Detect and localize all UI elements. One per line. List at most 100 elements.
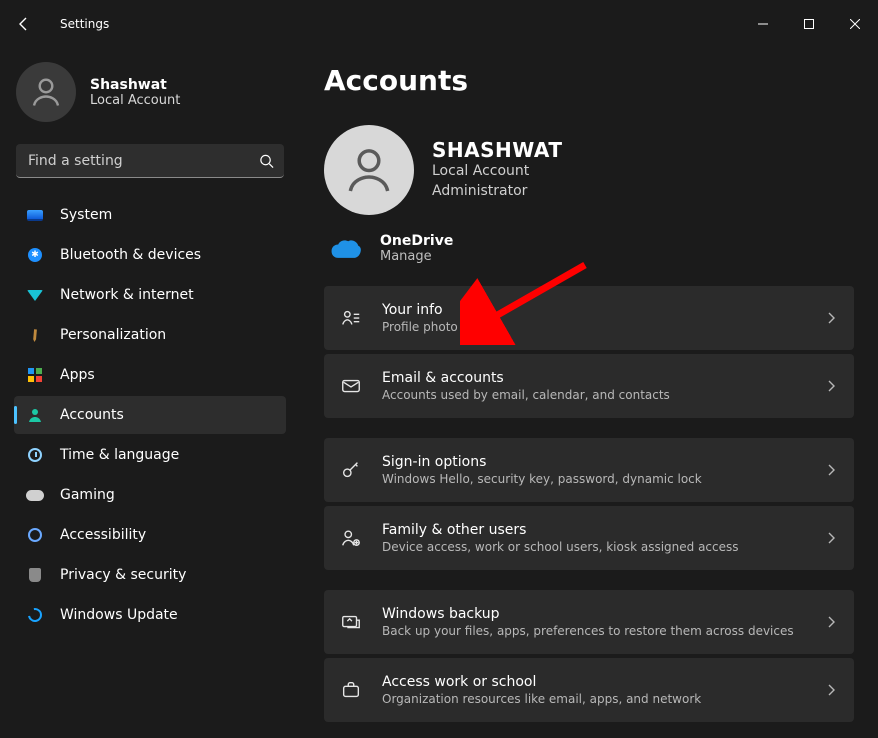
card-subtitle: Accounts used by email, calendar, and co… [382, 388, 804, 402]
search-wrap [16, 144, 284, 178]
sidebar-item-personalization[interactable]: Personalization [14, 316, 286, 354]
settings-cards: Your info Profile photo Email & accounts… [324, 286, 854, 722]
onedrive-icon [330, 239, 362, 259]
card-windows-backup[interactable]: Windows backup Back up your files, apps,… [324, 590, 854, 654]
sidebar-item-gaming[interactable]: Gaming [14, 476, 286, 514]
chevron-right-icon [824, 379, 838, 393]
card-signin-options[interactable]: Sign-in options Windows Hello, security … [324, 438, 854, 502]
bluetooth-icon: ✱ [26, 246, 44, 264]
card-email-accounts[interactable]: Email & accounts Accounts used by email,… [324, 354, 854, 418]
card-title: Family & other users [382, 522, 804, 538]
apps-icon [26, 366, 44, 384]
chevron-right-icon [824, 311, 838, 325]
chevron-right-icon [824, 615, 838, 629]
profile-block: SHASHWAT Local Account Administrator [324, 125, 854, 215]
maximize-icon [804, 19, 814, 29]
sidebar-item-label: System [60, 207, 112, 223]
paintbrush-icon [26, 326, 44, 344]
accounts-icon [26, 406, 44, 424]
card-your-info[interactable]: Your info Profile photo [324, 286, 854, 350]
card-subtitle: Back up your files, apps, preferences to… [382, 624, 804, 638]
chevron-right-icon [824, 683, 838, 697]
sidebar: Shashwat Local Account System ✱ Bluetoot… [0, 48, 300, 738]
user-subtitle: Local Account [90, 93, 180, 108]
card-subtitle: Windows Hello, security key, password, d… [382, 472, 804, 486]
window-controls [740, 8, 878, 40]
card-title: Access work or school [382, 674, 804, 690]
close-icon [850, 19, 860, 29]
card-text: Email & accounts Accounts used by email,… [382, 370, 804, 402]
card-subtitle: Organization resources like email, apps,… [382, 692, 804, 706]
back-button[interactable] [8, 8, 40, 40]
sidebar-item-label: Apps [60, 367, 95, 383]
sidebar-item-label: Gaming [60, 487, 115, 503]
maximize-button[interactable] [786, 8, 832, 40]
sidebar-item-bluetooth[interactable]: ✱ Bluetooth & devices [14, 236, 286, 274]
clock-icon [26, 446, 44, 464]
sidebar-item-label: Time & language [60, 447, 179, 463]
close-button[interactable] [832, 8, 878, 40]
card-text: Your info Profile photo [382, 302, 804, 334]
key-icon [340, 459, 362, 481]
profile-account-type: Local Account [432, 162, 563, 182]
card-work-school[interactable]: Access work or school Organization resou… [324, 658, 854, 722]
service-subtitle: Manage [380, 249, 453, 264]
sidebar-item-apps[interactable]: Apps [14, 356, 286, 394]
arrow-left-icon [16, 16, 32, 32]
sidebar-item-privacy[interactable]: Privacy & security [14, 556, 286, 594]
sidebar-item-accounts[interactable]: Accounts [14, 396, 286, 434]
wifi-icon [26, 286, 44, 304]
minimize-button[interactable] [740, 8, 786, 40]
person-icon [28, 74, 64, 110]
sidebar-item-time[interactable]: Time & language [14, 436, 286, 474]
your-info-icon [340, 307, 362, 329]
sidebar-item-label: Privacy & security [60, 567, 186, 583]
card-text: Windows backup Back up your files, apps,… [382, 606, 804, 638]
service-title: OneDrive [380, 233, 453, 249]
profile-text: SHASHWAT Local Account Administrator [432, 138, 563, 201]
card-title: Sign-in options [382, 454, 804, 470]
family-icon [340, 527, 362, 549]
person-icon [341, 142, 397, 198]
gamepad-icon [26, 486, 44, 504]
sidebar-item-label: Accounts [60, 407, 124, 423]
card-title: Email & accounts [382, 370, 804, 386]
titlebar: Settings [0, 0, 878, 48]
search-input[interactable] [16, 144, 284, 178]
profile-name: SHASHWAT [432, 138, 563, 162]
sidebar-item-accessibility[interactable]: Accessibility [14, 516, 286, 554]
mail-icon [340, 375, 362, 397]
page-title: Accounts [324, 64, 854, 97]
sidebar-item-system[interactable]: System [14, 196, 286, 234]
briefcase-icon [340, 679, 362, 701]
onedrive-row[interactable]: OneDrive Manage [324, 233, 854, 286]
avatar-large [324, 125, 414, 215]
card-family-users[interactable]: Family & other users Device access, work… [324, 506, 854, 570]
search-icon [259, 154, 274, 169]
sidebar-item-label: Network & internet [60, 287, 194, 303]
card-text: Access work or school Organization resou… [382, 674, 804, 706]
sidebar-item-update[interactable]: Windows Update [14, 596, 286, 634]
sidebar-item-network[interactable]: Network & internet [14, 276, 286, 314]
avatar [16, 62, 76, 122]
sidebar-item-label: Personalization [60, 327, 166, 343]
sidebar-item-label: Bluetooth & devices [60, 247, 201, 263]
card-title: Windows backup [382, 606, 804, 622]
card-text: Family & other users Device access, work… [382, 522, 804, 554]
system-icon [26, 206, 44, 224]
user-name: Shashwat [90, 77, 180, 93]
card-subtitle: Profile photo [382, 320, 804, 334]
profile-role: Administrator [432, 182, 563, 202]
main-content: Accounts SHASHWAT Local Account Administ… [300, 48, 878, 738]
shield-icon [26, 566, 44, 584]
user-block[interactable]: Shashwat Local Account [14, 58, 286, 140]
card-text: Sign-in options Windows Hello, security … [382, 454, 804, 486]
chevron-right-icon [824, 531, 838, 545]
accessibility-icon [26, 526, 44, 544]
nav: System ✱ Bluetooth & devices Network & i… [14, 196, 286, 634]
sidebar-item-label: Accessibility [60, 527, 146, 543]
minimize-icon [758, 19, 768, 29]
titlebar-left: Settings [8, 8, 109, 40]
backup-icon [340, 611, 362, 633]
card-title: Your info [382, 302, 804, 318]
